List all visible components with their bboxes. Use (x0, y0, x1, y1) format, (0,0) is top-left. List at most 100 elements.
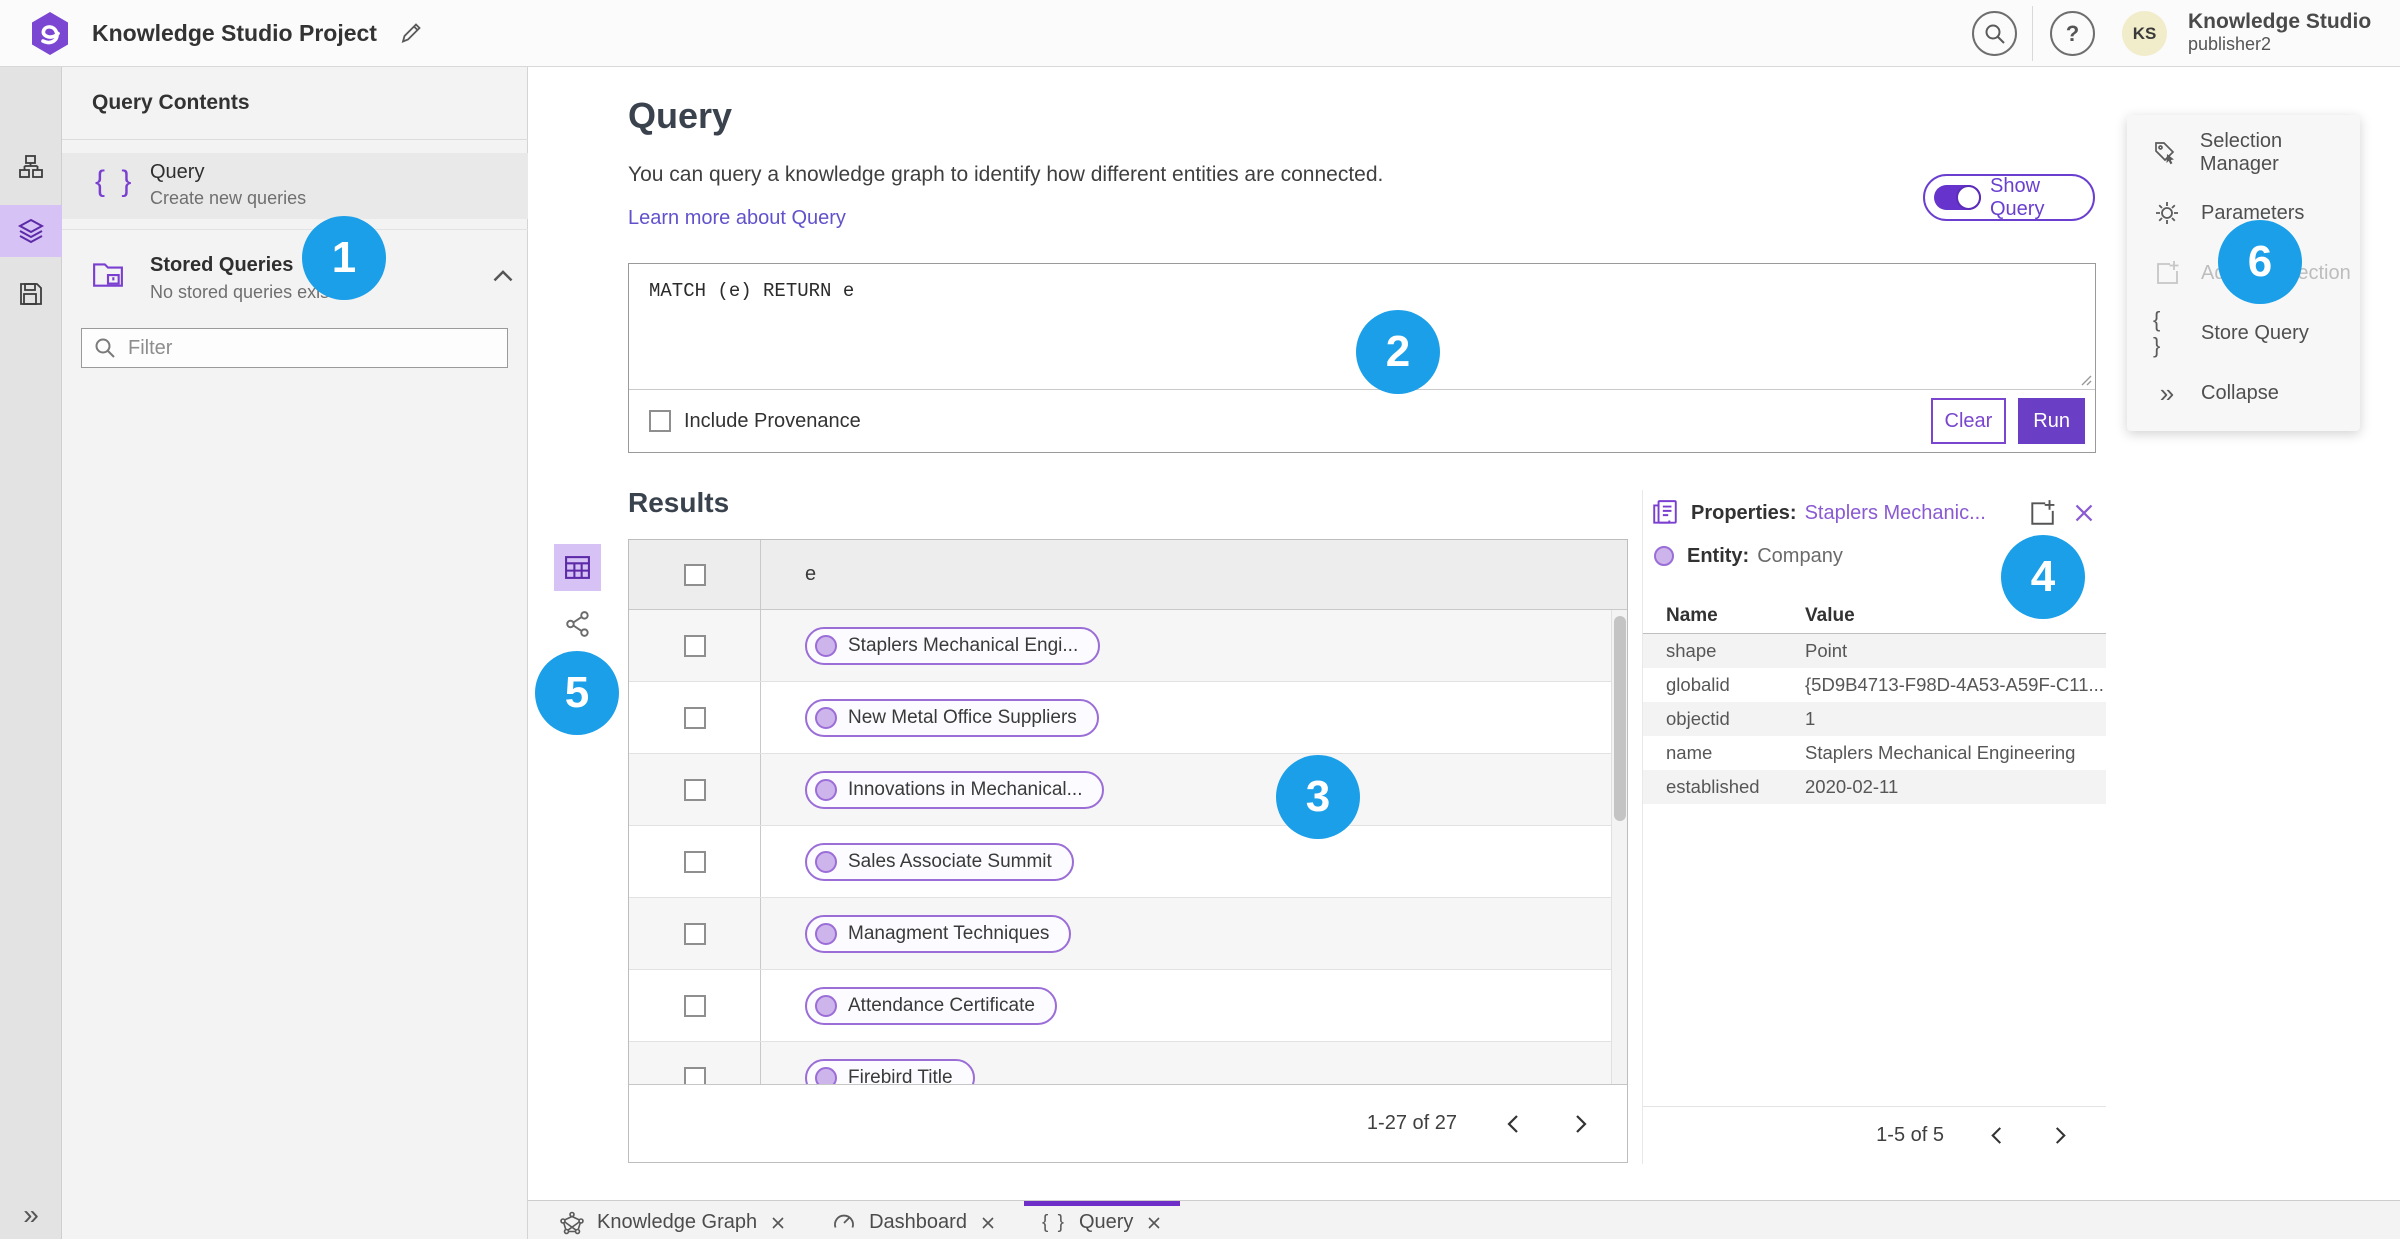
resize-handle[interactable] (2078, 372, 2092, 386)
entity-pill[interactable]: Firebird Title (805, 1058, 975, 1084)
menu-item-label: Store Query (2201, 321, 2309, 344)
properties-title: Properties: (1691, 501, 1797, 524)
entity-dot-icon (815, 850, 837, 873)
selection-manager-icon (2153, 140, 2180, 166)
annotation-callout-2: 2 (1356, 310, 1440, 394)
close-tab-icon[interactable] (1146, 1215, 1162, 1231)
save-rail-button[interactable] (0, 268, 62, 320)
user-name: Knowledge Studio (2188, 10, 2372, 33)
query-item-title: Query (150, 161, 205, 183)
knowledge-studio-app: Knowledge Studio Project ? KS Knowledge … (0, 0, 2400, 1239)
toggle-switch[interactable] (1934, 185, 1981, 210)
query-item-subtitle: Create new queries (150, 188, 307, 208)
show-query-toggle[interactable]: Show Query (1923, 174, 2095, 221)
search-button[interactable] (1972, 11, 2017, 56)
braces-icon: { } (95, 165, 136, 198)
panel-divider (62, 139, 528, 140)
collapse-chevrons-icon: » (2159, 378, 2175, 408)
add-to-selection-icon[interactable] (2028, 499, 2056, 527)
menu-item-selection-manager[interactable]: Selection Manager (2127, 123, 2360, 183)
topbar-divider (2032, 6, 2033, 61)
close-tab-icon[interactable] (770, 1215, 786, 1231)
sidebar-item-stored-queries[interactable]: Stored Queries No stored queries exist (62, 229, 528, 329)
layers-rail-button[interactable] (0, 205, 62, 257)
row-checkbox[interactable] (683, 922, 706, 945)
row-checkbox[interactable] (683, 1066, 706, 1084)
property-row: objectid 1 (1643, 702, 2106, 736)
user-avatar[interactable]: KS (2122, 11, 2167, 56)
tab-knowledge-graph[interactable]: Knowledge Graph (542, 1201, 804, 1239)
entity-dot-icon (1654, 546, 1674, 566)
sidebar-item-query[interactable]: { } Query Create new queries (62, 153, 528, 219)
annotation-callout-5: 5 (535, 651, 619, 735)
column-header-e: e (805, 563, 817, 585)
filter-input[interactable] (128, 336, 468, 360)
tab-query[interactable]: { } Query (1023, 1201, 1181, 1239)
graph-view-button[interactable] (564, 610, 592, 638)
select-all-checkbox[interactable] (683, 563, 706, 586)
entity-dot-icon (815, 634, 837, 657)
entity-pill[interactable]: Managment Techniques (805, 914, 1072, 953)
project-title: Knowledge Studio Project (92, 20, 377, 46)
next-page-icon[interactable] (1569, 1112, 1593, 1136)
table-row: Managment Techniques (629, 898, 1627, 970)
property-name: established (1666, 776, 1760, 797)
row-checkbox[interactable] (683, 778, 706, 801)
tab-dashboard[interactable]: Dashboard (814, 1201, 1014, 1239)
entity-pill[interactable]: Sales Associate Summit (805, 842, 1074, 881)
help-button[interactable]: ? (2050, 11, 2095, 56)
entity-pill[interactable]: New Metal Office Suppliers (805, 698, 1099, 737)
close-tab-icon[interactable] (980, 1215, 996, 1231)
next-page-icon[interactable] (2048, 1124, 2072, 1148)
add-to-selection-icon (2153, 260, 2181, 286)
column-header-name: Name (1666, 604, 1718, 626)
run-button[interactable]: Run (2018, 398, 2085, 444)
sitemap-rail-button[interactable] (0, 141, 62, 193)
menu-item-collapse[interactable]: » Collapse (2127, 363, 2360, 423)
entity-label: Sales Associate Summit (848, 850, 1052, 872)
close-properties-icon[interactable] (2074, 503, 2094, 523)
learn-more-link[interactable]: Learn more about Query (628, 207, 846, 230)
gear-icon (2153, 200, 2181, 226)
entity-label: New Metal Office Suppliers (848, 706, 1077, 728)
table-row: Staplers Mechanical Engi... (629, 610, 1627, 682)
previous-page-icon[interactable] (1984, 1124, 2008, 1148)
tab-label: Query (1078, 1211, 1134, 1233)
braces-icon: { } (2153, 307, 2164, 358)
row-checkbox[interactable] (683, 706, 706, 729)
entity-pill[interactable]: Staplers Mechanical Engi... (805, 626, 1101, 665)
property-row: name Staplers Mechanical Engineering (1643, 736, 2106, 770)
edit-title-icon[interactable] (398, 20, 428, 50)
clear-button[interactable]: Clear (1930, 398, 2007, 444)
previous-page-icon[interactable] (1501, 1112, 1525, 1136)
scrollbar-thumb[interactable] (1614, 616, 1626, 821)
pagination-range: 1-27 of 27 (1366, 1112, 1457, 1134)
chevron-up-icon[interactable] (492, 268, 514, 284)
row-checkbox[interactable] (683, 634, 706, 657)
table-row: Innovations in Mechanical... (629, 754, 1627, 826)
tab-label: Dashboard (869, 1211, 967, 1233)
menu-item-store-query[interactable]: { } Store Query (2127, 303, 2360, 363)
layers-icon (17, 217, 45, 245)
table-view-button[interactable] (554, 544, 601, 591)
entity-type-value: Company (1757, 544, 1843, 567)
avatar-initials: KS (2132, 23, 2157, 43)
include-provenance-label: Include Provenance (684, 409, 861, 432)
entity-label: Attendance Certificate (848, 994, 1035, 1016)
app-logo-icon[interactable] (28, 10, 72, 57)
properties-entity-link[interactable]: Staplers Mechanic... (1805, 502, 1986, 525)
table-row: New Metal Office Suppliers (629, 682, 1627, 754)
entity-label: Entity: (1687, 544, 1750, 567)
sitemap-icon (18, 154, 44, 180)
row-checkbox[interactable] (683, 850, 706, 873)
row-checkbox[interactable] (683, 994, 706, 1017)
expand-rail-icon[interactable]: » (0, 1199, 62, 1231)
annotation-callout-1: 1 (302, 216, 386, 300)
results-heading: Results (628, 487, 730, 518)
page-description: You can query a knowledge graph to ident… (628, 163, 1384, 186)
save-icon (18, 281, 44, 307)
entity-pill[interactable]: Attendance Certificate (805, 986, 1057, 1025)
include-provenance-checkbox[interactable] (649, 410, 671, 432)
entity-dot-icon (815, 778, 837, 801)
entity-pill[interactable]: Innovations in Mechanical... (805, 770, 1105, 809)
